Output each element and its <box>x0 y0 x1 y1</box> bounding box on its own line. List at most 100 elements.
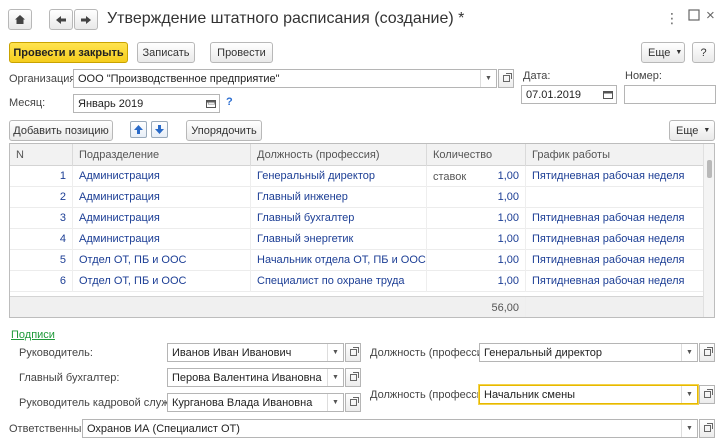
open-icon <box>703 389 713 398</box>
open-icon <box>349 397 359 406</box>
table-row[interactable]: 5 Отдел ОТ, ПБ и ООС Начальник отдела ОТ… <box>10 250 704 271</box>
move-up-button[interactable] <box>130 121 147 138</box>
post-button[interactable]: Провести <box>210 42 273 63</box>
hr-position-open-button[interactable] <box>699 385 715 404</box>
column-header-schedule[interactable]: График работы <box>526 144 704 166</box>
open-icon <box>349 347 359 356</box>
cell-schedule: Пятидневная рабочая неделя <box>532 254 685 266</box>
home-button[interactable] <box>8 9 32 30</box>
cell-position: Начальник отдела ОТ, ПБ и ООС <box>251 250 427 271</box>
cell-position: Специалист по охране труда <box>251 271 427 292</box>
table-row[interactable]: 1 Администрация Генеральный директор 1,0… <box>10 166 704 187</box>
scrollbar-thumb[interactable] <box>707 160 712 178</box>
hr-head-label: Руководитель кадровой службы: <box>19 397 187 409</box>
accountant-field[interactable]: Перова Валентина Ивановна ▼ <box>167 368 344 387</box>
responsible-field[interactable]: Охранов ИА (Специалист ОТ) ▼ <box>82 419 698 438</box>
dropdown-arrow-icon[interactable]: ▼ <box>681 420 697 437</box>
month-label: Месяц: <box>9 97 46 109</box>
open-icon <box>502 73 512 82</box>
forward-button[interactable] <box>74 9 98 30</box>
hr-head-open-button[interactable] <box>345 393 361 412</box>
head-position-open-button[interactable] <box>699 343 715 362</box>
move-down-button[interactable] <box>151 121 168 138</box>
month-value: Январь 2019 <box>78 97 144 110</box>
cell-department: Администрация <box>73 208 251 229</box>
more-menu-icon[interactable]: ⋮ <box>665 10 679 27</box>
maximize-icon[interactable] <box>688 9 700 21</box>
arrow-right-icon <box>81 15 91 24</box>
cell-position: Главный инженер <box>251 187 427 208</box>
cell-n: 4 <box>10 229 73 250</box>
organization-open-button[interactable] <box>498 69 514 88</box>
column-header-department[interactable]: Подразделение <box>73 144 251 166</box>
cell-department: Отдел ОТ, ПБ и ООС <box>73 250 251 271</box>
help-icon[interactable]: ? <box>226 96 233 108</box>
dropdown-arrow-icon[interactable]: ▼ <box>327 394 343 411</box>
open-icon <box>703 423 713 432</box>
calendar-icon[interactable] <box>600 86 616 103</box>
column-header-n[interactable]: N <box>10 144 73 166</box>
help-button[interactable]: ? <box>692 42 715 63</box>
number-field[interactable] <box>624 85 716 104</box>
cell-position: Главный бухгалтер <box>251 208 427 229</box>
date-field[interactable]: 07.01.2019 <box>521 85 617 104</box>
hr-head-value: Курганова Влада Ивановна <box>172 396 313 409</box>
head-position-value: Генеральный директор <box>484 346 602 359</box>
table-scrollbar[interactable] <box>703 144 714 317</box>
table-footer: 56,00 <box>10 296 704 317</box>
dropdown-arrow-icon[interactable]: ▼ <box>327 369 343 386</box>
post-and-close-button[interactable]: Провести и закрыть <box>9 42 128 63</box>
dropdown-arrow-icon[interactable]: ▼ <box>327 344 343 361</box>
arrow-left-icon <box>56 15 66 24</box>
cell-schedule: Пятидневная рабочая неделя <box>532 275 685 287</box>
number-label: Номер: <box>625 70 662 82</box>
clear-icon[interactable]: ▭ <box>207 97 216 108</box>
accountant-label: Главный бухгалтер: <box>19 372 120 384</box>
open-icon <box>349 372 359 381</box>
dropdown-arrow-icon[interactable]: ▼ <box>681 386 697 403</box>
table-row[interactable]: 3 Администрация Главный бухгалтер 1,00 П… <box>10 208 704 229</box>
head-value: Иванов Иван Иванович <box>172 346 292 359</box>
staff-table[interactable]: N Подразделение Должность (профессия) Ко… <box>9 143 715 318</box>
column-header-rates[interactable]: Количество ставок <box>427 144 526 183</box>
hr-position-field[interactable]: Начальник смены ▼ <box>479 385 698 404</box>
table-row[interactable]: 2 Администрация Главный инженер 1,00 <box>10 187 704 208</box>
cell-rates: 1,00 <box>427 208 526 229</box>
month-field[interactable]: Январь 2019 <box>73 94 220 113</box>
arrow-down-icon <box>155 125 164 134</box>
save-button[interactable]: Записать <box>137 42 195 63</box>
cell-department: Администрация <box>73 229 251 250</box>
date-value: 07.01.2019 <box>526 88 582 101</box>
dropdown-arrow-icon[interactable]: ▼ <box>480 70 496 87</box>
hr-position-value: Начальник смены <box>484 388 576 401</box>
head-open-button[interactable] <box>345 343 361 362</box>
open-icon <box>703 347 713 356</box>
head-position-field[interactable]: Генеральный директор ▼ <box>479 343 698 362</box>
cell-rates: 1,00 <box>427 250 526 271</box>
hr-head-field[interactable]: Курганова Влада Ивановна ▼ <box>167 393 344 412</box>
dropdown-arrow-icon[interactable]: ▼ <box>681 344 697 361</box>
head-field[interactable]: Иванов Иван Иванович ▼ <box>167 343 344 362</box>
more-button[interactable]: Еще ▼ <box>641 42 685 63</box>
cell-schedule <box>526 187 704 208</box>
close-icon[interactable]: × <box>706 7 715 24</box>
table-row[interactable]: 6 Отдел ОТ, ПБ и ООС Специалист по охран… <box>10 271 704 292</box>
organization-value: ООО "Производственное предприятие" <box>78 72 280 85</box>
accountant-open-button[interactable] <box>345 368 361 387</box>
cell-n: 1 <box>10 166 73 187</box>
responsible-open-button[interactable] <box>699 419 715 438</box>
cell-n: 3 <box>10 208 73 229</box>
dropdown-arrow-icon: ▼ <box>675 49 683 56</box>
organization-field[interactable]: ООО "Производственное предприятие" ▼ <box>73 69 497 88</box>
head-label: Руководитель: <box>19 347 93 359</box>
table-row[interactable]: 4 Администрация Главный энергетик 1,00 П… <box>10 229 704 250</box>
back-button[interactable] <box>49 9 73 30</box>
sort-button[interactable]: Упорядочить <box>186 120 262 141</box>
signatures-section-link[interactable]: Подписи <box>11 329 55 341</box>
add-position-button[interactable]: Добавить позицию <box>9 120 113 141</box>
column-header-position[interactable]: Должность (профессия) <box>251 144 427 166</box>
accountant-value: Перова Валентина Ивановна <box>172 371 322 384</box>
table-more-button[interactable]: Еще ▼ <box>669 120 715 141</box>
dropdown-arrow-icon: ▼ <box>703 127 711 134</box>
cell-department: Администрация <box>73 166 251 187</box>
